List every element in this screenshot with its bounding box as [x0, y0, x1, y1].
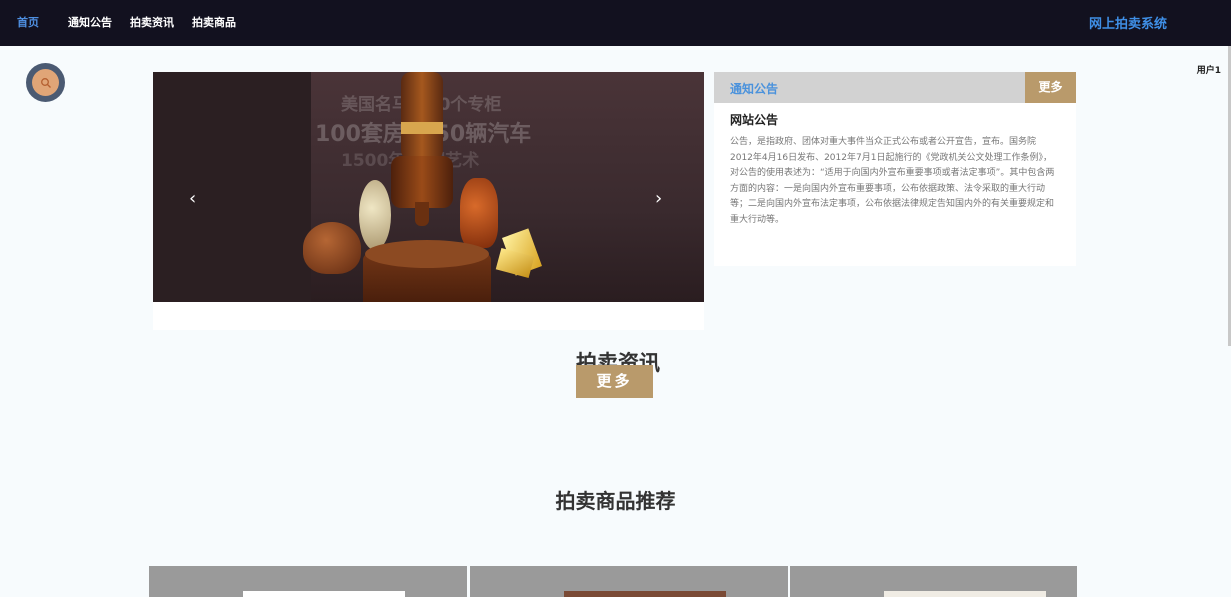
teapot-image: [303, 222, 361, 274]
notice-more-button[interactable]: 更多: [1025, 72, 1076, 103]
nav-item-notices[interactable]: 通知公告: [68, 14, 112, 30]
carousel-dot[interactable]: [435, 310, 455, 313]
nav-item-auction-news[interactable]: 拍卖资讯: [130, 14, 174, 30]
vase-image: [460, 178, 498, 248]
search-button[interactable]: [26, 63, 65, 102]
notice-item-body: 公告，是指政府、团体对重大事件当众正式公布或者公开宣告，宣布。国务院2012年4…: [730, 137, 1055, 225]
carousel-indicators: [387, 310, 455, 313]
user-menu[interactable]: 用户1: [1197, 63, 1221, 76]
carousel-dot[interactable]: [387, 310, 407, 313]
jade-carving-image: [359, 180, 391, 250]
top-nav-bar: 首页 通知公告 拍卖资讯 拍卖商品 网上拍卖系统: [0, 0, 1231, 46]
goods-section-title: 拍卖商品推荐: [555, 489, 676, 513]
chevron-left-icon[interactable]: ‹: [189, 190, 196, 208]
product-image: [884, 591, 1046, 597]
gavel-stem: [415, 202, 429, 226]
product-card[interactable]: [149, 566, 467, 597]
banner-carousel: 美国名马 100个专柜 100套房子 50辆汽车 1500年 中国艺术 ‹ ›: [153, 72, 704, 330]
product-image: [564, 591, 726, 597]
nav-item-auction-goods[interactable]: 拍卖商品: [192, 14, 236, 30]
search-icon: [32, 69, 59, 96]
gavel-band: [401, 122, 443, 134]
notice-item-title[interactable]: 网站公告: [730, 111, 778, 128]
product-image: [243, 591, 405, 597]
nav-item-home[interactable]: 首页: [17, 14, 39, 30]
notice-panel-header: 通知公告 更多: [714, 72, 1076, 103]
product-card[interactable]: [790, 566, 1077, 597]
carousel-dot[interactable]: [411, 310, 431, 313]
gavel-handle-image: [401, 72, 443, 160]
product-card[interactable]: [470, 566, 788, 597]
chevron-right-icon[interactable]: ›: [655, 190, 662, 208]
gavel-head-image: [391, 156, 453, 208]
gavel-block-top: [365, 240, 489, 268]
site-brand: 网上拍卖系统: [1088, 17, 1167, 32]
notice-panel-title: 通知公告: [730, 82, 779, 96]
news-more-button[interactable]: 更多: [576, 365, 653, 398]
carousel-slide-image[interactable]: 美国名马 100个专柜 100套房子 50辆汽车 1500年 中国艺术: [153, 72, 704, 302]
notice-panel: 通知公告 更多 网站公告 公告，是指政府、团体对重大事件当众正式公布或者公开宣告…: [714, 72, 1076, 266]
